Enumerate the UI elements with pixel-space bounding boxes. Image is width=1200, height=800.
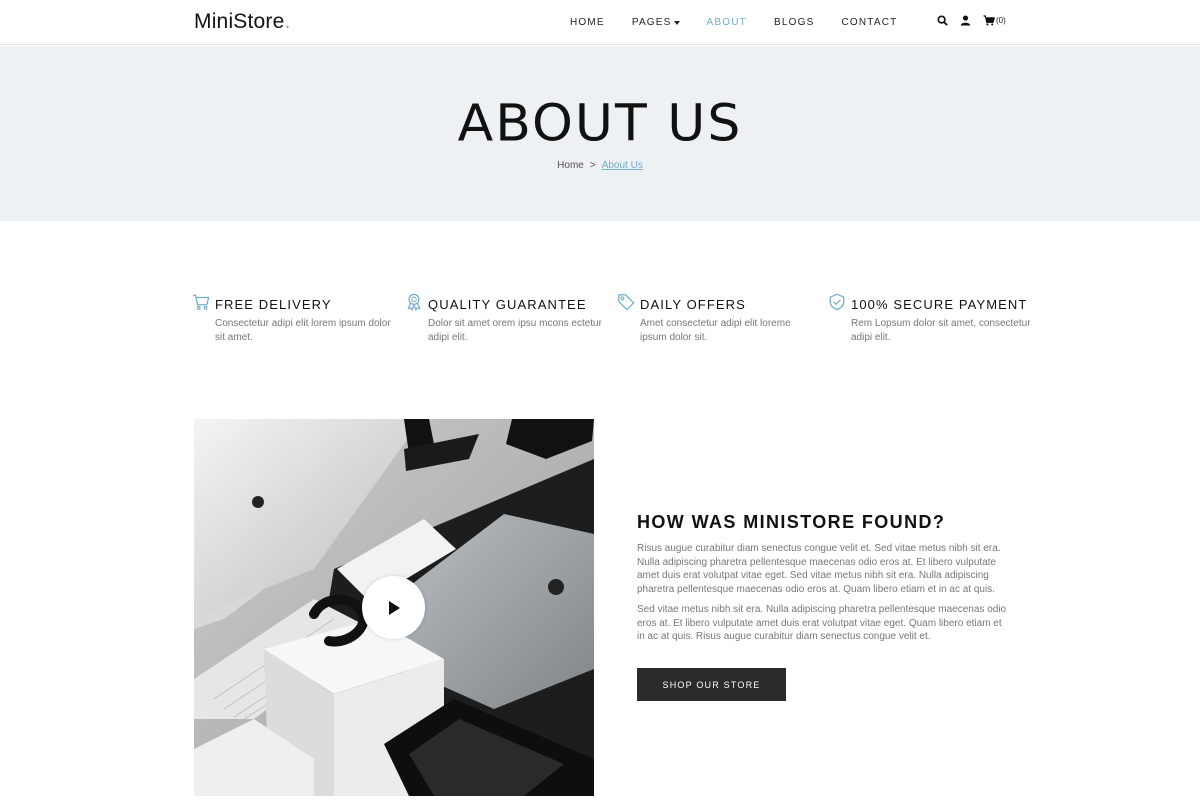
nav-pages[interactable]: PAGES: [632, 17, 680, 28]
feature-text: Amet consectetur adipi elit loreme ipsum…: [640, 318, 791, 343]
breadcrumb-current[interactable]: About Us: [602, 160, 643, 171]
about-video-thumbnail: [194, 419, 594, 796]
cart-icon: [192, 294, 210, 310]
story-heading: HOW WAS MINISTORE FOUND?: [637, 512, 946, 532]
tag-icon: [618, 294, 635, 311]
nav-blogs-label: BLOGS: [773, 17, 815, 28]
logo-text: MiniStore: [194, 10, 285, 33]
shop-our-store-button[interactable]: SHOP OUR STORE: [637, 668, 786, 701]
main-nav: HOME PAGES ABOUT BLOGS CONTACT: [570, 17, 924, 28]
breadcrumb-home[interactable]: Home: [557, 160, 584, 171]
site-header: MiniStore. HOME PAGES ABOUT BLOGS CONTAC…: [0, 0, 1200, 45]
page-title: ABOUT US: [457, 94, 743, 154]
nav-about-label: ABOUT: [706, 17, 747, 28]
feature-text: Dolor sit amet orem ipsu mcons ectetur a…: [428, 318, 602, 343]
feature-title: QUALITY GUARANTEE: [428, 297, 587, 312]
user-icon[interactable]: [960, 15, 971, 26]
play-icon: [388, 600, 400, 615]
breadcrumb-separator: >: [589, 160, 596, 171]
cart-icon: [983, 15, 995, 26]
search-icon[interactable]: [937, 15, 948, 26]
breadcrumb: Home > About Us: [0, 160, 1200, 171]
nav-about[interactable]: ABOUT: [707, 17, 747, 28]
play-video-button[interactable]: [362, 576, 425, 639]
shield-check-icon: [829, 293, 845, 311]
feature-title: FREE DELIVERY: [215, 297, 332, 312]
nav-contact[interactable]: CONTACT: [841, 17, 897, 28]
page-hero: ABOUT US Home > About Us: [0, 46, 1200, 221]
nav-home[interactable]: HOME: [570, 17, 605, 28]
story-paragraph-1: Risus augue curabitur diam senectus cong…: [637, 543, 1001, 596]
feature-title: 100% SECURE PAYMENT: [851, 297, 1028, 312]
story-paragraph-2: Sed vitae metus nibh sit era. Nulla adip…: [637, 604, 1007, 643]
feature-text: Rem Lopsum dolor sit amet, consectetur a…: [851, 318, 1031, 343]
caret-down-icon: [673, 20, 680, 25]
feature-title: DAILY OFFERS: [640, 297, 746, 312]
nav-contact-label: CONTACT: [841, 17, 898, 28]
feature-text: Consectetur adipi elit lorem ipsum dolor…: [215, 318, 391, 343]
nav-blogs[interactable]: BLOGS: [774, 17, 814, 28]
award-icon: [407, 293, 421, 311]
site-logo[interactable]: MiniStore.: [194, 10, 291, 34]
cart-button[interactable]: (0): [983, 15, 1006, 26]
logo-dot: .: [284, 10, 291, 33]
nav-home-label: HOME: [570, 17, 605, 28]
header-actions: (0): [937, 15, 1018, 26]
nav-pages-label: PAGES: [631, 17, 672, 28]
cart-count: (0): [996, 16, 1006, 25]
